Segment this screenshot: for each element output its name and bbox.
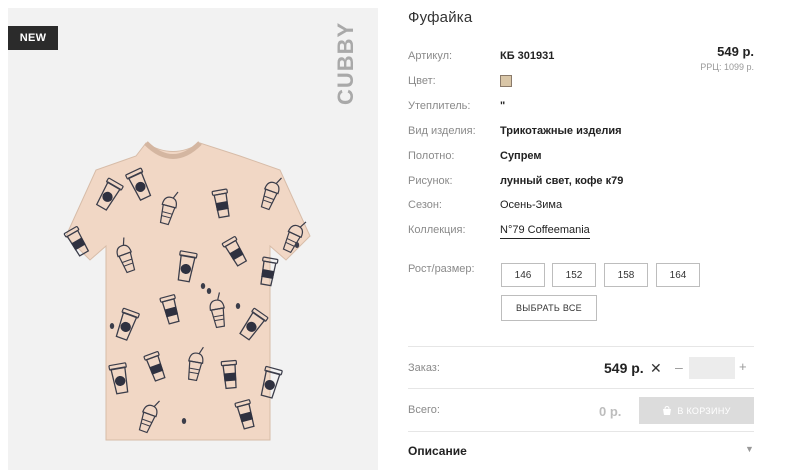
spec-label-pattern: Рисунок: (408, 175, 453, 187)
add-to-cart-button[interactable]: В КОРЗИНУ (639, 397, 754, 424)
spec-label-article: Артикул: (408, 50, 453, 62)
divider (408, 388, 754, 389)
order-label: Заказ: (408, 362, 440, 374)
chevron-down-icon[interactable]: ▼ (745, 444, 754, 454)
size-option-152[interactable]: 152 (552, 263, 596, 287)
spec-label-collection: Коллекция: (408, 224, 466, 236)
order-price: 549 р. (604, 360, 644, 376)
total-label: Всего: (408, 404, 440, 416)
spec-label-product-type: Вид изделия: (408, 125, 476, 137)
spec-label-season: Сезон: (408, 199, 442, 211)
select-all-sizes-button[interactable]: ВЫБРАТЬ ВСЕ (501, 295, 597, 321)
color-swatch[interactable] (500, 75, 512, 87)
spec-label-insulation: Утеплитель: (408, 100, 471, 112)
size-option-146[interactable]: 146 (501, 263, 545, 287)
divider (408, 346, 754, 347)
product-image-panel: NEW CUBBY (8, 8, 378, 470)
add-to-cart-label: В КОРЗИНУ (677, 405, 731, 416)
total-value: 0 р. (599, 404, 622, 419)
spec-value-insulation: " (500, 100, 506, 112)
spec-label-fabric: Полотно: (408, 150, 455, 162)
quantity-increase-button[interactable]: + (739, 359, 747, 374)
brand-logo: CUBBY (333, 21, 358, 105)
new-badge: NEW (8, 26, 58, 50)
quantity-decrease-button[interactable]: – (675, 359, 683, 375)
spec-label-color: Цвет: (408, 75, 436, 87)
size-option-158[interactable]: 158 (604, 263, 648, 287)
spec-value-product-type: Трикотажные изделия (500, 125, 622, 137)
product-photo[interactable] (8, 8, 378, 470)
quantity-input[interactable] (689, 357, 735, 379)
basket-icon (663, 405, 672, 415)
product-price: 549 р. (717, 44, 754, 59)
spec-value-season: Осень-Зима (500, 199, 563, 211)
product-title: Фуфайка (408, 9, 473, 26)
spec-value-fabric: Супрем (500, 150, 542, 162)
spec-value-article: КБ 301931 (500, 50, 555, 62)
divider (408, 431, 754, 432)
spec-value-pattern: лунный свет, кофе к79 (500, 175, 624, 187)
size-option-164[interactable]: 164 (656, 263, 700, 287)
description-toggle[interactable]: Описание (408, 444, 467, 458)
collection-link[interactable]: N°79 Coffeemania (500, 224, 590, 239)
multiply-icon: ✕ (650, 360, 662, 376)
recommended-retail-price: РРЦ: 1099 р. (700, 62, 754, 72)
size-label: Рост/размер: (408, 263, 475, 275)
